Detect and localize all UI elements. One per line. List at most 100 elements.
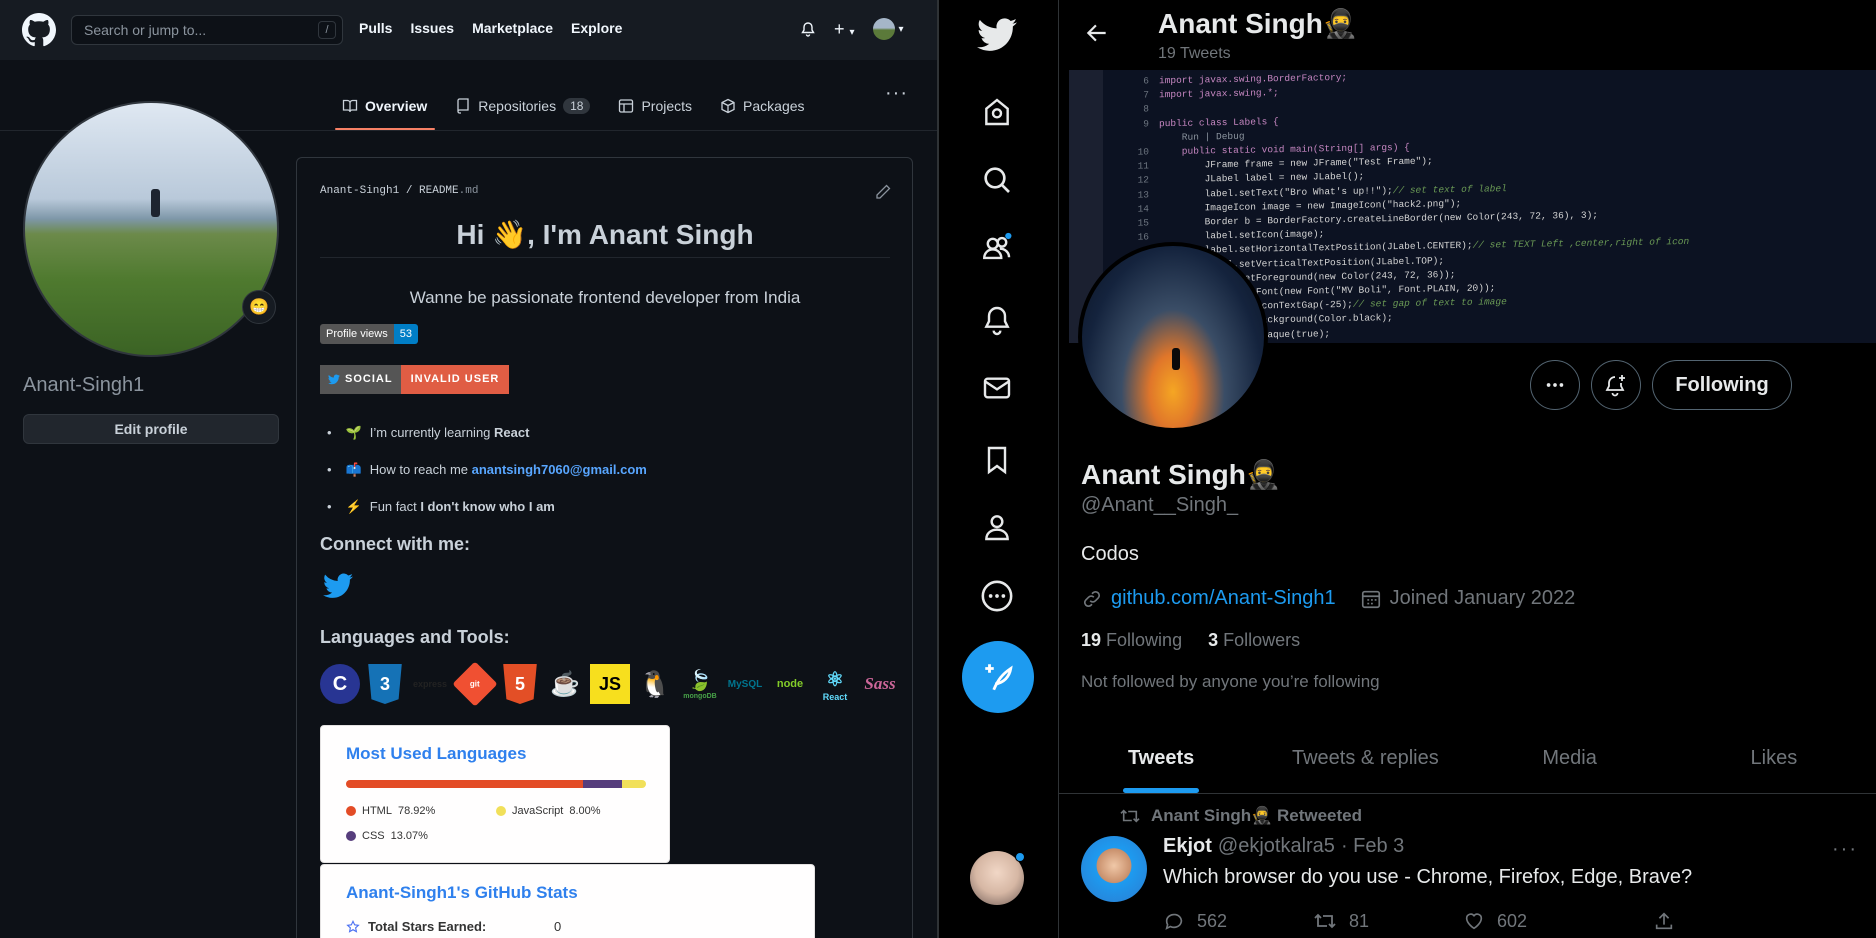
most-used-languages-card: Most Used Languages HTML 78.92% JavaScrip… xyxy=(320,725,670,863)
chevron-down-icon: ▾ xyxy=(898,23,904,35)
nav-explore[interactable]: Explore xyxy=(571,20,622,36)
compose-tweet-button[interactable] xyxy=(962,641,1034,713)
mail-icon[interactable] xyxy=(977,368,1017,408)
more-options-button[interactable] xyxy=(1530,360,1580,410)
profile-handle: @Anant__Singh_ xyxy=(1081,494,1239,516)
github-profile-window: Search or jump to... / Pulls Issues Mark… xyxy=(0,0,937,938)
status-emoji-button[interactable]: 😁 xyxy=(242,290,276,324)
like-button[interactable]: 602 xyxy=(1463,910,1653,932)
tab-media[interactable]: Media xyxy=(1468,727,1672,793)
tweet-author-handle[interactable]: @ekjotkalra5 xyxy=(1218,835,1335,858)
ellipsis-icon xyxy=(1546,383,1564,387)
tweet-author-avatar[interactable] xyxy=(1081,836,1147,902)
retweet-icon xyxy=(1314,913,1336,929)
notify-button[interactable] xyxy=(1591,360,1641,410)
readme-subheading: Wanne be passionate frontend developer f… xyxy=(409,288,801,307)
heart-icon xyxy=(1465,913,1483,930)
create-new-dropdown[interactable]: + ▾ xyxy=(834,19,855,40)
twitter-social-badge[interactable]: SOCIAL INVALID USER xyxy=(320,365,510,394)
readme-path-file[interactable]: README xyxy=(419,185,459,197)
java-icon[interactable]: ☕ xyxy=(545,664,585,704)
bullet-text: I’m currently learning xyxy=(369,425,495,440)
badge-text: SOCIAL xyxy=(345,373,393,385)
tab-repositories[interactable]: Repositories 18 xyxy=(455,94,591,118)
express-icon[interactable]: express xyxy=(410,664,450,704)
bell-icon[interactable] xyxy=(977,300,1017,340)
pencil-icon[interactable] xyxy=(875,184,891,200)
language-legend-item: HTML 78.92% xyxy=(346,805,435,817)
line-number: 14 xyxy=(1137,203,1149,215)
mongodb-icon[interactable]: 🍃 mongoDB xyxy=(680,664,720,704)
tweet-more-icon[interactable]: ··· xyxy=(1832,838,1858,861)
reply-button[interactable]: 562 xyxy=(1163,910,1313,932)
readme-path-user[interactable]: Anant-Singh1 xyxy=(320,185,399,197)
tab-tweets-replies[interactable]: Tweets & replies xyxy=(1263,727,1467,793)
language-legend-item: CSS 13.07% xyxy=(346,830,428,842)
c-icon[interactable]: C xyxy=(320,664,360,704)
profile-website-link[interactable]: github.com/Anant-Singh1 xyxy=(1111,587,1336,610)
profile-username: Anant-Singh1 xyxy=(23,374,145,396)
linux-icon[interactable]: 🐧 xyxy=(635,664,675,704)
twitter-profile-main: Anant Singh🥷 19 Tweets 6 import javax.swi… xyxy=(1059,0,1876,938)
github-logo-icon[interactable] xyxy=(22,13,56,47)
account-avatar[interactable] xyxy=(970,851,1025,905)
search-icon[interactable] xyxy=(977,160,1017,200)
code-text: import javax.swing.BorderFactory; xyxy=(1159,71,1348,87)
react-icon[interactable]: ⚛ React xyxy=(815,664,855,704)
nodejs-icon[interactable]: node xyxy=(770,664,810,704)
profile-name: Anant Singh🥷 xyxy=(1081,459,1281,490)
git-icon[interactable]: git xyxy=(452,661,498,707)
readme-bullet-list: 🌱 I’m currently learning React 📫 How to … xyxy=(327,414,647,525)
following-link[interactable]: 19 Following xyxy=(1081,630,1182,651)
tweet-date[interactable]: · Feb 3 xyxy=(1341,835,1404,858)
bell-icon[interactable] xyxy=(800,21,816,37)
javascript-icon[interactable]: JS xyxy=(590,664,630,704)
line-number: 8 xyxy=(1143,103,1149,115)
tab-overview[interactable]: Overview xyxy=(342,94,427,118)
nav-marketplace[interactable]: Marketplace xyxy=(472,20,553,36)
bell-plus-icon xyxy=(1605,375,1625,397)
github-top-nav: Pulls Issues Marketplace Explore xyxy=(359,20,622,36)
edit-profile-button[interactable]: Edit profile xyxy=(23,414,279,444)
badge-value: 53 xyxy=(393,324,418,344)
tab-likes[interactable]: Likes xyxy=(1672,727,1876,793)
github-stats-card: Anant-Singh1's GitHub Stats Total Stars … xyxy=(320,864,815,938)
tab-tweets[interactable]: Tweets xyxy=(1059,727,1263,793)
bookmark-icon[interactable] xyxy=(977,440,1017,480)
profile-avatar[interactable] xyxy=(23,101,279,357)
communities-icon[interactable] xyxy=(977,228,1017,268)
following-button[interactable]: Following xyxy=(1652,360,1792,410)
retweeted-by[interactable]: Anant Singh🥷 Retweeted xyxy=(1151,806,1362,826)
tab-packages[interactable]: Packages xyxy=(720,94,805,118)
back-arrow-icon[interactable] xyxy=(1084,20,1110,46)
mysql-icon[interactable]: MySQL xyxy=(725,664,765,704)
line-number: 9 xyxy=(1143,117,1149,130)
followers-link[interactable]: 3 Followers xyxy=(1208,630,1300,651)
css3-icon[interactable]: 3 xyxy=(368,664,402,704)
share-button[interactable] xyxy=(1653,910,1675,932)
github-header-actions: + ▾ ▾ xyxy=(800,18,904,40)
github-search-input[interactable]: Search or jump to... / xyxy=(71,15,343,45)
sass-icon[interactable]: Sass xyxy=(860,664,900,704)
tweet-author-name[interactable]: Ekjot xyxy=(1163,835,1212,858)
html5-icon[interactable]: 5 xyxy=(503,664,537,704)
more-options-icon[interactable]: ··· xyxy=(885,82,908,105)
profile-tabs: Tweets Tweets & replies Media Likes xyxy=(1059,727,1876,794)
profile-avatar[interactable] xyxy=(1078,242,1268,432)
line-number: 13 xyxy=(1137,188,1149,201)
nav-pulls[interactable]: Pulls xyxy=(359,20,392,36)
tab-label: Packages xyxy=(743,98,805,114)
language-bar-segment xyxy=(621,780,646,788)
home-icon[interactable] xyxy=(977,92,1017,132)
email-link[interactable]: anantsingh7060@gmail.com xyxy=(472,462,647,477)
tab-projects[interactable]: Projects xyxy=(618,94,692,118)
retweet-button[interactable]: 81 xyxy=(1313,910,1463,932)
profile-icon[interactable] xyxy=(977,507,1017,547)
more-icon[interactable] xyxy=(977,576,1017,616)
twitter-icon[interactable] xyxy=(323,573,353,599)
profile-meta: github.com/Anant-Singh1 Joined January 2… xyxy=(1081,587,1575,610)
user-menu[interactable]: ▾ xyxy=(872,18,904,40)
nav-issues[interactable]: Issues xyxy=(410,20,454,36)
language-dot xyxy=(346,806,356,816)
twitter-logo-icon[interactable] xyxy=(977,15,1017,55)
